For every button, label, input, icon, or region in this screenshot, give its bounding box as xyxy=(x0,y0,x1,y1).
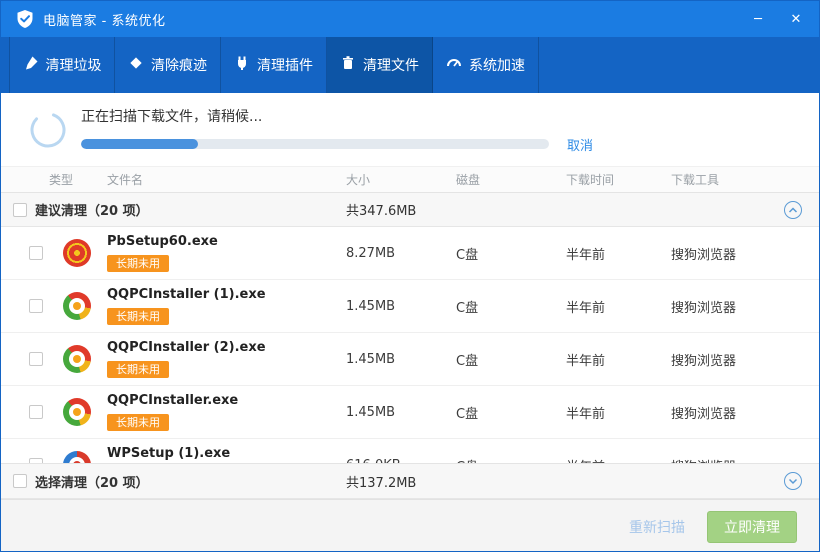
tab-label: 清理文件 xyxy=(363,55,419,75)
tab-label: 清理垃圾 xyxy=(46,55,102,75)
file-disk: C盘 xyxy=(456,456,566,464)
rescan-button[interactable]: 重新扫描 xyxy=(629,517,685,537)
group-checkbox[interactable] xyxy=(13,203,27,217)
file-disk: C盘 xyxy=(456,244,566,263)
header-download-time: 下载时间 xyxy=(566,171,671,188)
file-name: WPSetup (1).exe xyxy=(107,446,346,462)
row-checkbox[interactable] xyxy=(29,405,43,419)
row-checkbox[interactable] xyxy=(29,246,43,260)
header-download-tool: 下载工具 xyxy=(671,171,789,188)
plug-icon xyxy=(234,55,250,75)
group-title: 选择清理（20 项） xyxy=(35,472,149,491)
table-row[interactable]: QQPCInstaller.exe 长期未用 1.45MB C盘 半年前 搜狗浏… xyxy=(1,386,819,439)
file-download-tool: 搜狗浏览器 xyxy=(671,350,789,369)
group-suggested-cleanup[interactable]: 建议清理（20 项） 共347.6MB xyxy=(1,193,819,227)
long-unused-badge: 长期未用 xyxy=(107,255,169,272)
file-name: QQPCInstaller (2).exe xyxy=(107,340,346,356)
file-download-tool: 搜狗浏览器 xyxy=(671,403,789,422)
app-window: 电脑管家 - 系统优化 ─ ✕ 清理垃圾 清除痕迹 清理插件 清理文件 系统加速 xyxy=(0,0,820,552)
minimize-button[interactable]: ─ xyxy=(749,12,767,27)
file-download-time: 半年前 xyxy=(566,297,671,316)
tab-clean-junk[interactable]: 清理垃圾 xyxy=(9,37,115,93)
long-unused-badge: 长期未用 xyxy=(107,414,169,431)
speedometer-icon xyxy=(446,55,462,75)
scan-status-text: 正在扫描下载文件，请稍候... xyxy=(81,106,593,126)
tab-label: 清除痕迹 xyxy=(151,55,207,75)
file-name-cell: QQPCInstaller (2).exe 长期未用 xyxy=(107,340,346,378)
file-disk: C盘 xyxy=(456,350,566,369)
file-type-icon xyxy=(63,292,91,320)
file-type-icon xyxy=(63,398,91,426)
file-download-tool: 搜狗浏览器 xyxy=(671,244,789,263)
tab-system-speedup[interactable]: 系统加速 xyxy=(433,37,539,93)
window-title: 电脑管家 - 系统优化 xyxy=(43,10,165,29)
table-row[interactable]: WPSetup (1).exe 长期未用 616.0KB C盘 半年前 搜狗浏览… xyxy=(1,439,819,463)
close-button[interactable]: ✕ xyxy=(787,12,805,27)
row-checkbox[interactable] xyxy=(29,352,43,366)
file-name: QQPCInstaller (1).exe xyxy=(107,287,346,303)
nav-tabs: 清理垃圾 清除痕迹 清理插件 清理文件 系统加速 xyxy=(1,37,819,93)
chevron-up-icon[interactable] xyxy=(783,200,803,220)
tab-label: 系统加速 xyxy=(469,55,525,75)
file-disk: C盘 xyxy=(456,297,566,316)
chevron-down-icon[interactable] xyxy=(783,471,803,491)
file-name: QQPCInstaller.exe xyxy=(107,393,346,409)
header-disk: 磁盘 xyxy=(456,171,566,188)
cancel-scan-link[interactable]: 取消 xyxy=(567,135,593,154)
group-selected-cleanup[interactable]: 选择清理（20 项） 共137.2MB xyxy=(1,463,819,499)
tab-clean-plugins[interactable]: 清理插件 xyxy=(221,37,327,93)
file-download-tool: 搜狗浏览器 xyxy=(671,456,789,464)
long-unused-badge: 长期未用 xyxy=(107,308,169,325)
loading-spinner-icon xyxy=(29,111,67,149)
file-name-cell: WPSetup (1).exe 长期未用 xyxy=(107,446,346,463)
clean-now-button[interactable]: 立即清理 xyxy=(707,511,797,543)
tab-clear-traces[interactable]: 清除痕迹 xyxy=(115,37,221,93)
file-name: PbSetup60.exe xyxy=(107,234,346,250)
progress-fill xyxy=(81,139,198,149)
table-row[interactable]: QQPCInstaller (1).exe 长期未用 1.45MB C盘 半年前… xyxy=(1,280,819,333)
group-total-size: 共347.6MB xyxy=(346,200,416,219)
table-row[interactable]: QQPCInstaller (2).exe 长期未用 1.45MB C盘 半年前… xyxy=(1,333,819,386)
footer-bar: 重新扫描 立即清理 xyxy=(1,499,819,552)
file-size: 8.27MB xyxy=(346,246,456,261)
window-controls: ─ ✕ xyxy=(749,12,805,27)
tab-clean-files[interactable]: 清理文件 xyxy=(327,37,433,93)
file-download-time: 半年前 xyxy=(566,403,671,422)
group-checkbox[interactable] xyxy=(13,474,27,488)
file-size: 1.45MB xyxy=(346,299,456,314)
file-name-cell: QQPCInstaller.exe 长期未用 xyxy=(107,393,346,431)
file-size: 1.45MB xyxy=(346,352,456,367)
file-download-tool: 搜狗浏览器 xyxy=(671,297,789,316)
file-type-icon xyxy=(63,239,91,267)
header-type: 类型 xyxy=(29,171,107,188)
title-bar: 电脑管家 - 系统优化 ─ ✕ xyxy=(1,1,819,37)
file-type-icon xyxy=(63,345,91,373)
long-unused-badge: 长期未用 xyxy=(107,361,169,378)
trash-icon xyxy=(340,55,356,75)
broom-icon xyxy=(23,55,39,75)
group-total-size: 共137.2MB xyxy=(346,472,416,491)
header-size: 大小 xyxy=(346,171,456,188)
progress-bar xyxy=(81,139,549,149)
table-row[interactable]: PbSetup60.exe 长期未用 8.27MB C盘 半年前 搜狗浏览器 xyxy=(1,227,819,280)
file-type-icon xyxy=(63,451,91,463)
file-size: 1.45MB xyxy=(346,405,456,420)
group-title: 建议清理（20 项） xyxy=(35,200,149,219)
file-name-cell: QQPCInstaller (1).exe 长期未用 xyxy=(107,287,346,325)
table-header: 类型 文件名 大小 磁盘 下载时间 下载工具 xyxy=(1,166,819,193)
app-logo-icon xyxy=(15,9,35,29)
scan-body: 正在扫描下载文件，请稍候... 取消 xyxy=(81,106,593,154)
file-name-cell: PbSetup60.exe 长期未用 xyxy=(107,234,346,272)
file-download-time: 半年前 xyxy=(566,456,671,464)
file-list: 建议清理（20 项） 共347.6MB PbSetup60.exe 长期未用 8… xyxy=(1,193,819,463)
row-checkbox[interactable] xyxy=(29,299,43,313)
eraser-icon xyxy=(128,55,144,75)
scan-status-bar: 正在扫描下载文件，请稍候... 取消 xyxy=(1,93,819,166)
file-disk: C盘 xyxy=(456,403,566,422)
header-filename: 文件名 xyxy=(107,171,346,188)
file-download-time: 半年前 xyxy=(566,350,671,369)
tab-label: 清理插件 xyxy=(257,55,313,75)
file-download-time: 半年前 xyxy=(566,244,671,263)
